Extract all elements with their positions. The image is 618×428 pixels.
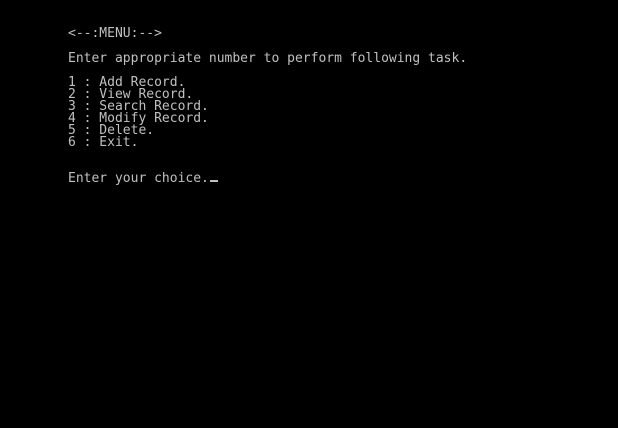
instruction-text: Enter appropriate number to perform foll… [68,51,468,66]
menu-list: 1 : Add Record. 2 : View Record. 3 : Sea… [68,76,209,150]
console-window[interactable]: <--:MENU:--> Enter appropriate number to… [0,0,618,428]
choice-prompt-line[interactable]: Enter your choice. [68,171,218,186]
menu-title: <--:MENU:--> [68,26,162,41]
text-cursor [209,180,218,182]
choice-prompt: Enter your choice. [68,171,209,186]
menu-item-exit: 6 : Exit. [68,135,139,150]
